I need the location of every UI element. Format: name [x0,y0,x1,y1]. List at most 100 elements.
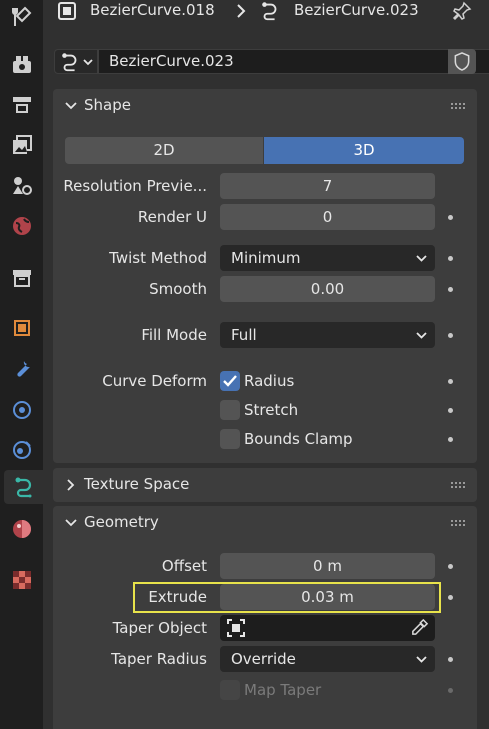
tab-scene[interactable] [5,168,39,202]
texture-space-panel[interactable]: Texture Space [53,468,477,502]
curve-data-icon [15,477,31,498]
chevron-down-icon [416,656,427,663]
curve-data-icon [262,2,277,21]
shield-icon [454,52,470,71]
tool-icon [12,6,32,26]
chevron-down-icon [83,58,93,65]
panel-title: Shape [84,96,131,114]
object-square-icon [227,619,245,637]
view-layer-icon [13,135,32,154]
breadcrumb-data: BezierCurve.023 [294,1,419,19]
tab-material[interactable] [5,512,39,546]
curve-deform-label: Curve Deform [102,372,207,390]
bounds-clamp-checkbox[interactable] [220,429,240,449]
dimensions-3d-button[interactable]: 3D [264,137,464,164]
shape-panel-header[interactable]: Shape [53,89,477,123]
taper-radius-label: Taper Radius [111,650,207,668]
chevron-right-icon [67,479,75,491]
twist-method-dropdown[interactable]: Minimum [220,245,435,271]
keyframe-dot[interactable] [448,379,453,384]
breadcrumb-object: BezierCurve.018 [90,1,215,19]
tab-object[interactable] [5,311,39,345]
pin-icon[interactable] [452,1,472,21]
twist-method-value: Minimum [231,249,301,267]
keyframe-dot[interactable] [448,437,453,442]
tab-curve-data[interactable] [4,470,43,504]
twist-method-label: Twist Method [109,249,207,267]
radius-checkbox[interactable] [220,371,240,391]
tab-tool[interactable] [5,0,39,34]
keyframe-dot [448,688,453,693]
chevron-down-icon [416,255,427,262]
fake-user-button[interactable] [448,49,476,74]
drag-handle-icon[interactable] [451,520,465,526]
bounds-clamp-label[interactable]: Bounds Clamp [244,430,353,448]
tab-particles[interactable] [5,393,39,427]
resolution-preview-field[interactable]: 7 [220,173,435,199]
chevron-down-icon [65,102,77,110]
keyframe-dot[interactable] [448,215,453,220]
checkerboard-icon [13,571,31,589]
keyframe-dot[interactable] [448,287,453,292]
drag-handle-icon[interactable] [451,482,465,488]
stretch-checkbox[interactable] [220,400,240,420]
geometry-panel-header[interactable]: Geometry [53,506,477,540]
properties-tab-strip [0,0,43,729]
keyframe-dot[interactable] [448,333,453,338]
tab-physics[interactable] [5,433,39,467]
tab-world[interactable] [5,209,39,243]
breadcrumb-chevron-icon [237,4,246,18]
panel-title: Texture Space [84,475,190,493]
chevron-down-icon [416,332,427,339]
resolution-preview-label: Resolution Previe... [63,177,207,195]
smooth-field[interactable]: 0.00 [220,276,435,302]
chevron-down-icon [65,519,77,527]
dimensions-2d-button[interactable]: 2D [65,137,263,164]
map-taper-label[interactable]: Map Taper [244,681,321,699]
taper-radius-dropdown[interactable]: Override [220,646,435,672]
fill-mode-dropdown[interactable]: Full [220,322,435,348]
physics-icon [13,441,31,459]
radius-label[interactable]: Radius [244,372,294,390]
properties-header: BezierCurve.018 BezierCurve.023 [43,0,489,26]
particles-icon [13,401,31,419]
eyedropper-icon[interactable] [410,618,429,637]
offset-field[interactable]: 0 m [220,553,435,579]
taper-object-label: Taper Object [112,619,207,637]
tab-render[interactable] [5,48,39,82]
map-taper-checkbox[interactable] [220,680,240,700]
object-square-icon [58,2,76,20]
taper-object-field[interactable] [220,615,435,641]
datablock-selector: BezierCurve.023 [54,49,489,74]
panel-title: Geometry [84,513,159,531]
material-icon [13,520,31,538]
wrench-icon [17,361,30,377]
tab-view-layer[interactable] [5,128,39,162]
datablock-name-field[interactable]: BezierCurve.023 [98,49,489,74]
object-icon [14,320,30,336]
smooth-label: Smooth [149,280,207,298]
datablock-browse-button[interactable] [54,49,98,74]
keyframe-dot[interactable] [448,408,453,413]
fill-mode-value: Full [231,326,257,344]
keyframe-dot[interactable] [448,657,453,662]
keyframe-dot[interactable] [448,595,453,600]
checkmark-icon [223,375,237,387]
tab-output[interactable] [5,88,39,122]
tab-modifier[interactable] [5,352,39,386]
scene-icon [13,177,32,195]
keyframe-dot[interactable] [448,564,453,569]
extrude-highlight-box [133,582,441,613]
curve-data-icon [62,52,77,71]
output-icon [13,97,31,113]
collection-icon [13,270,31,287]
offset-label: Offset [161,557,207,575]
keyframe-dot[interactable] [448,256,453,261]
world-icon [13,217,31,235]
render-u-field[interactable]: 0 [220,204,435,230]
taper-radius-value: Override [231,650,296,668]
stretch-label[interactable]: Stretch [244,401,298,419]
tab-texture[interactable] [5,563,39,597]
tab-collection[interactable] [5,261,39,295]
drag-handle-icon[interactable] [451,103,465,109]
